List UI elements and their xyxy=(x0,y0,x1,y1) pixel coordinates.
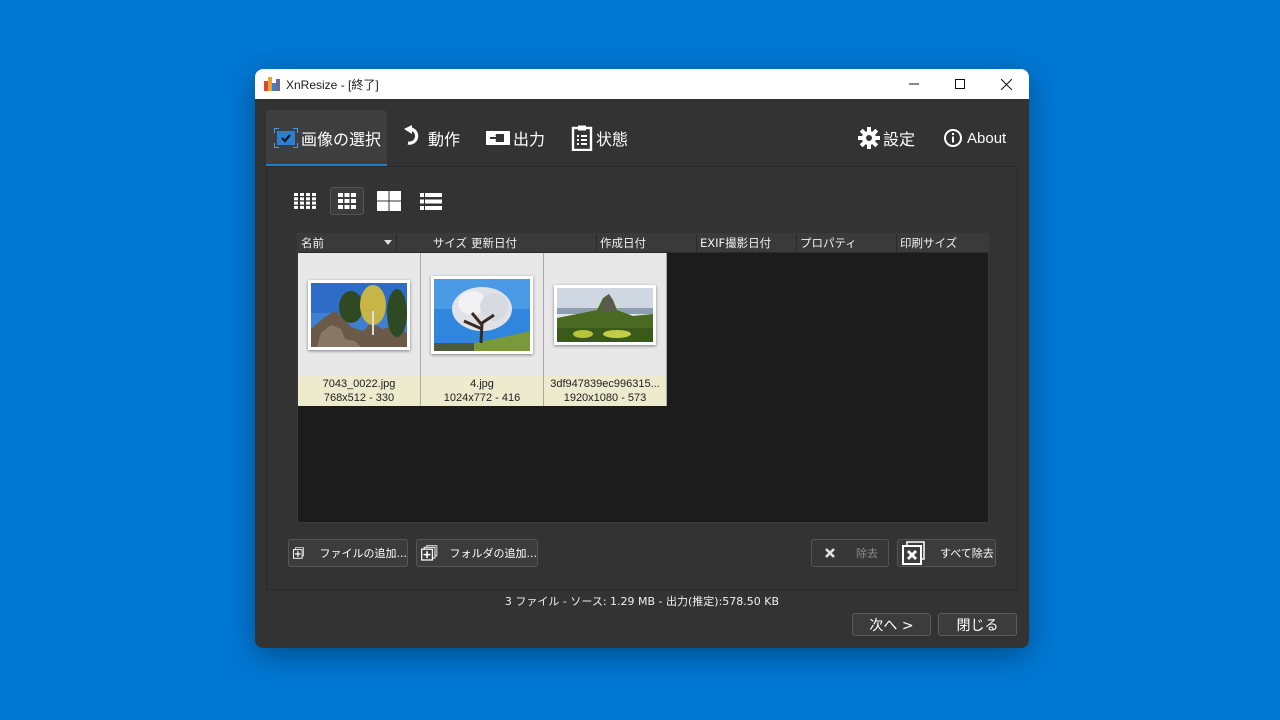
view-medium-thumbnails-button[interactable] xyxy=(330,187,364,215)
close-window-button[interactable] xyxy=(983,69,1029,99)
column-created-date[interactable]: 作成日付 xyxy=(597,234,697,252)
next-button[interactable]: 次へ > xyxy=(852,613,931,636)
image-selection-panel: 名前 サイズ 更新日付 作成日付 EXIF撮影日付 プロパティ 印刷サイズ 70… xyxy=(266,166,1018,590)
clipboard-icon xyxy=(571,125,593,151)
status-text: 3 ファイル - ソース: 1.29 MB - 出力(推定):578.50 KB xyxy=(504,595,780,608)
settings-label: 設定 xyxy=(883,130,916,149)
column-header: 名前 サイズ 更新日付 作成日付 EXIF撮影日付 プロパティ 印刷サイズ xyxy=(298,234,988,253)
minimize-icon xyxy=(909,83,919,85)
minimize-button[interactable] xyxy=(891,69,937,99)
column-modified-date[interactable]: 更新日付 xyxy=(471,234,593,252)
add-files-label: ファイルの追加... xyxy=(319,547,408,560)
maximize-icon xyxy=(955,79,965,89)
tab-label: 出力 xyxy=(513,130,546,149)
file-thumbnail[interactable]: 4.jpg 1024x772 - 416 xyxy=(421,253,544,406)
file-info: 768x512 - 330 xyxy=(323,392,395,404)
view-large-thumbnails-button[interactable] xyxy=(372,187,406,215)
thumbnail-caption: 4.jpg 1024x772 - 416 xyxy=(421,376,543,406)
close-icon xyxy=(1000,78,1012,90)
tab-label: 画像の選択 xyxy=(301,130,382,149)
tab-status[interactable]: 状態 xyxy=(571,110,628,166)
column-size-modified[interactable]: サイズ 更新日付 xyxy=(397,234,597,252)
add-folder-label: フォルダの追加... xyxy=(449,547,538,560)
app-window: XnResize - [終了] 画像の選択 動作 出力 状態 設定 About … xyxy=(255,69,1029,648)
image-select-icon xyxy=(274,128,298,148)
app-logo-icon xyxy=(264,77,280,91)
small-grid-icon xyxy=(294,193,316,209)
view-small-thumbnails-button[interactable] xyxy=(288,187,322,215)
remove-label: 除去 xyxy=(856,547,878,560)
undo-arrow-icon xyxy=(404,125,419,145)
medium-grid-icon xyxy=(338,193,356,209)
file-name: 4.jpg xyxy=(470,378,494,390)
column-size[interactable]: サイズ xyxy=(433,234,467,252)
tab-label: 状態 xyxy=(596,130,629,149)
title-bar[interactable]: XnResize - [終了] xyxy=(255,69,1029,99)
file-info: 1920x1080 - 573 xyxy=(563,392,647,404)
remove-all-button[interactable]: すべて除去 xyxy=(897,539,996,567)
file-thumbnail[interactable]: 3df947839ec996315... 1920x1080 - 573 xyxy=(544,253,667,406)
column-label: 作成日付 xyxy=(600,236,646,250)
thumbnail-image xyxy=(308,279,410,350)
tab-image-select[interactable]: 画像の選択 xyxy=(266,110,387,166)
remove-all-label: すべて除去 xyxy=(940,547,994,560)
remove-x-icon xyxy=(825,548,835,558)
column-properties[interactable]: プロパティ xyxy=(797,234,897,252)
gear-icon xyxy=(858,127,880,149)
info-icon xyxy=(944,129,962,147)
remove-button[interactable]: 除去 xyxy=(811,539,889,567)
tab-label: 動作 xyxy=(428,130,461,149)
remove-all-icon xyxy=(902,541,925,565)
settings-button[interactable]: 設定 xyxy=(858,110,915,166)
about-button[interactable]: About xyxy=(943,110,1006,166)
output-icon xyxy=(486,131,510,145)
file-info: 1024x772 - 416 xyxy=(443,392,521,404)
file-name: 7043_0022.jpg xyxy=(322,378,396,390)
thumbnail-image xyxy=(431,275,533,354)
column-label: プロパティ xyxy=(800,236,857,250)
tab-action[interactable]: 動作 xyxy=(403,110,460,166)
column-label: EXIF撮影日付 xyxy=(700,236,772,250)
add-files-button[interactable]: ファイルの追加... xyxy=(288,539,408,567)
file-thumbnail[interactable]: 7043_0022.jpg 768x512 - 330 xyxy=(298,253,421,406)
sort-down-icon xyxy=(384,240,392,245)
add-folder-button[interactable]: フォルダの追加... xyxy=(416,539,538,567)
column-name[interactable]: 名前 xyxy=(298,234,397,252)
thumbnail-image xyxy=(554,284,656,345)
list-icon xyxy=(420,192,442,210)
add-file-icon xyxy=(293,547,304,559)
column-print-size[interactable]: 印刷サイズ xyxy=(897,234,988,252)
column-label: 名前 xyxy=(301,236,324,250)
window-title: XnResize - [終了] xyxy=(286,77,379,92)
file-name: 3df947839ec996315... xyxy=(550,378,660,390)
maximize-button[interactable] xyxy=(937,69,983,99)
view-details-list-button[interactable] xyxy=(414,187,448,215)
column-exif-date[interactable]: EXIF撮影日付 xyxy=(697,234,797,252)
tab-bar: 画像の選択 動作 出力 状態 設定 About xyxy=(255,99,1029,167)
close-button[interactable]: 閉じる xyxy=(938,613,1017,636)
about-label: About xyxy=(967,129,1007,147)
column-label: 印刷サイズ xyxy=(900,236,958,250)
large-grid-icon xyxy=(377,191,401,211)
tab-output[interactable]: 出力 xyxy=(486,110,545,166)
add-folder-icon xyxy=(421,545,438,561)
thumbnail-caption: 3df947839ec996315... 1920x1080 - 573 xyxy=(544,376,666,406)
file-list-view[interactable]: 名前 サイズ 更新日付 作成日付 EXIF撮影日付 プロパティ 印刷サイズ 70… xyxy=(297,233,989,523)
thumbnail-caption: 7043_0022.jpg 768x512 - 330 xyxy=(298,376,420,406)
